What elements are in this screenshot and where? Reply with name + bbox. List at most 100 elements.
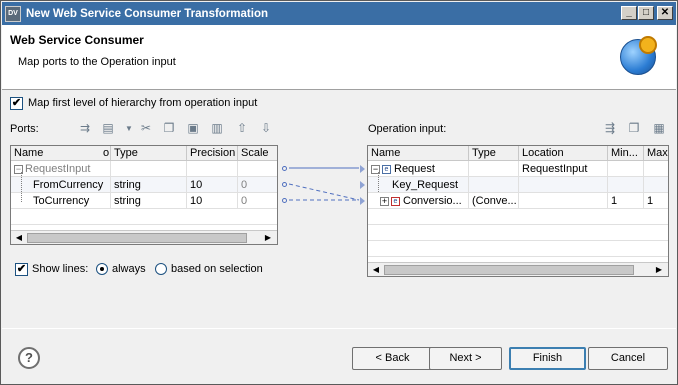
map-first-level-checkbox[interactable]: ✔ [10,97,23,110]
close-button[interactable]: ✕ [657,6,673,20]
ports-row-requestinput-name: − RequestInput [11,161,111,177]
dropdown-arrow-icon[interactable]: ▼ [122,122,136,136]
ports-col-precision[interactable]: Precision [187,146,238,161]
ports-row-scale: 0 [238,177,277,193]
mapping-lines [289,167,360,201]
mapping-line [289,183,360,201]
move-up-icon[interactable]: ⇧ [235,121,249,135]
ports-row-scale [238,161,277,177]
scroll-left-icon[interactable]: ◀ [370,264,382,276]
target-anchor-icon[interactable] [360,181,365,189]
target-anchor-icon[interactable] [360,165,365,173]
op-row-location: RequestInput [519,161,608,177]
operation-input-label: Operation input: [368,123,447,135]
target-anchor-icon[interactable] [360,197,365,205]
next-button[interactable]: Next > [429,347,502,370]
paste-icon[interactable]: ▣ [186,121,200,135]
operation-horizontal-scrollbar[interactable]: ◀ ▶ [368,262,668,276]
new-port-icon[interactable]: ⇉ [78,121,92,135]
clear-map-icon[interactable]: ▦ [652,121,666,135]
separator [2,328,676,329]
op-row-type [469,161,519,177]
wizard-header: Web Service Consumer Map ports to the Op… [2,25,676,90]
empty-row [368,209,668,225]
op-col-type[interactable]: Type [469,146,519,161]
help-icon[interactable]: ? [18,347,40,369]
ports-row-name: ToCurrency [11,193,111,209]
tree-guide-line [378,172,379,192]
based-on-selection-radio[interactable] [155,263,167,275]
required-element-icon: e [391,196,400,206]
show-lines-checkbox[interactable]: ✔ [15,263,28,276]
op-row-name-label: Conversio... [403,195,462,207]
empty-row [368,241,668,257]
page-title: Web Service Consumer [10,33,144,47]
scroll-right-icon[interactable]: ▶ [653,264,665,276]
empty-row [368,225,668,241]
ports-col-marker: o [103,147,110,159]
scroll-right-icon[interactable]: ▶ [262,232,274,244]
ports-row-precision: 10 [187,177,238,193]
based-on-selection-label: based on selection [171,263,263,275]
minimize-button[interactable]: _ [621,6,637,20]
ports-row-scale: 0 [238,193,277,209]
show-lines-label: Show lines: [32,263,89,275]
window-title: New Web Service Consumer Transformation [26,7,268,20]
op-row-min: 1 [608,193,644,209]
ports-row-type: string [111,193,187,209]
op-col-min[interactable]: Min... [608,146,644,161]
operation-input-table: Name Type Location Min... Max − e Request … [367,145,669,277]
ports-label: Ports: [10,123,39,135]
page-subtitle: Map ports to the Operation input [18,56,176,68]
expand-icon[interactable]: + [380,196,389,206]
dialog-window: DV New Web Service Consumer Transformati… [0,0,678,385]
cancel-button[interactable]: Cancel [588,347,668,370]
ports-table: Name o Type Precision Scale − RequestInput… [10,145,278,245]
scroll-left-icon[interactable]: ◀ [13,232,25,244]
op-row-type [469,177,519,193]
scroll-thumb[interactable] [384,265,634,275]
always-radio-label: always [112,263,146,275]
link-anchor-icon[interactable] [282,182,287,187]
scroll-thumb[interactable] [27,233,247,243]
new-element-icon[interactable]: ▤ [101,121,115,135]
copy-icon[interactable]: ❐ [162,121,176,135]
back-button[interactable]: < Back [352,347,433,370]
op-row-name: Key_Request [368,177,469,193]
ports-row-precision [187,161,238,177]
move-down-icon[interactable]: ⇩ [259,121,273,135]
map-first-level-label: Map first level of hierarchy from operat… [28,97,258,109]
op-row-max: 1 [644,193,668,209]
ports-row-name: FromCurrency [11,177,111,193]
map-icon[interactable]: ⇶ [603,121,617,135]
link-anchor-icon[interactable] [282,166,287,171]
title-bar: DV New Web Service Consumer Transformati… [2,2,676,25]
op-col-location[interactable]: Location [519,146,608,161]
finish-button[interactable]: Finish [509,347,586,370]
delete-icon[interactable]: ▥ [210,121,224,135]
cut-icon[interactable]: ✂ [139,121,153,135]
maximize-button[interactable]: □ [638,6,654,20]
ports-row-type: string [111,177,187,193]
op-col-max[interactable]: Max [644,146,668,161]
op-row-name: − e Request [368,161,469,177]
op-row-type: (Conve... [469,193,519,209]
ports-horizontal-scrollbar[interactable]: ◀ ▶ [11,230,277,244]
ports-col-type[interactable]: Type [111,146,187,161]
op-row-min [608,161,644,177]
op-row-name: + e Conversio... [368,193,469,209]
op-col-name[interactable]: Name [368,146,469,161]
globe-gear-icon [620,36,657,75]
always-radio[interactable] [96,263,108,275]
op-row-location [519,177,608,193]
copy-map-icon[interactable]: ❐ [627,121,641,135]
app-icon: DV [5,5,21,22]
ports-col-scale[interactable]: Scale [238,146,277,161]
ports-col-name-label: Name [14,147,44,159]
op-row-max [644,161,668,177]
op-row-max [644,177,668,193]
link-anchor-icon[interactable] [282,198,287,203]
ports-col-name[interactable]: Name o [11,146,111,161]
element-icon: e [382,164,391,174]
empty-row [11,209,277,225]
